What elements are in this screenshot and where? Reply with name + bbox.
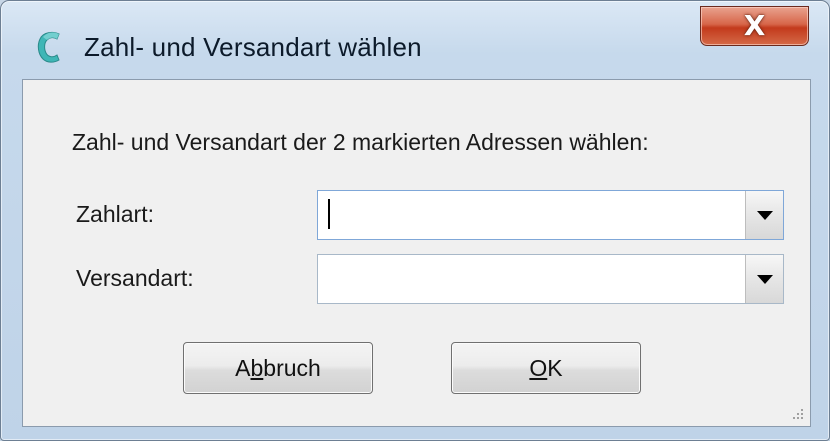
zahlart-combobox[interactable] [317,190,784,240]
dialog-body: Zahl- und Versandart der 2 markierten Ad… [22,79,811,427]
window-title: Zahl- und Versandart wählen [84,32,422,62]
versandart-dropdown-button[interactable] [745,255,783,303]
versandart-combobox[interactable] [317,254,784,304]
dialog-window: Zahl- und Versandart wählen X Zahl- und … [0,0,830,441]
close-icon: X [743,9,766,42]
dialog-prompt: Zahl- und Versandart der 2 markierten Ad… [72,129,649,155]
app-logo-c-icon [37,31,60,63]
resize-grip-icon[interactable] [789,405,805,421]
chevron-down-icon [756,210,773,220]
zahlart-value[interactable] [328,199,733,231]
chevron-down-icon [756,274,773,284]
zahlart-dropdown-button[interactable] [745,191,783,239]
cancel-button[interactable]: Ab bruch [183,342,373,394]
close-button[interactable]: X [700,6,809,46]
versandart-label: Versandart: [76,265,194,291]
zahlart-label: Zahlart: [76,201,154,227]
versandart-value[interactable] [328,263,733,295]
text-caret [328,199,330,229]
ok-button[interactable]: OK [451,342,641,394]
title-bar[interactable]: Zahl- und Versandart wählen X [1,1,829,79]
